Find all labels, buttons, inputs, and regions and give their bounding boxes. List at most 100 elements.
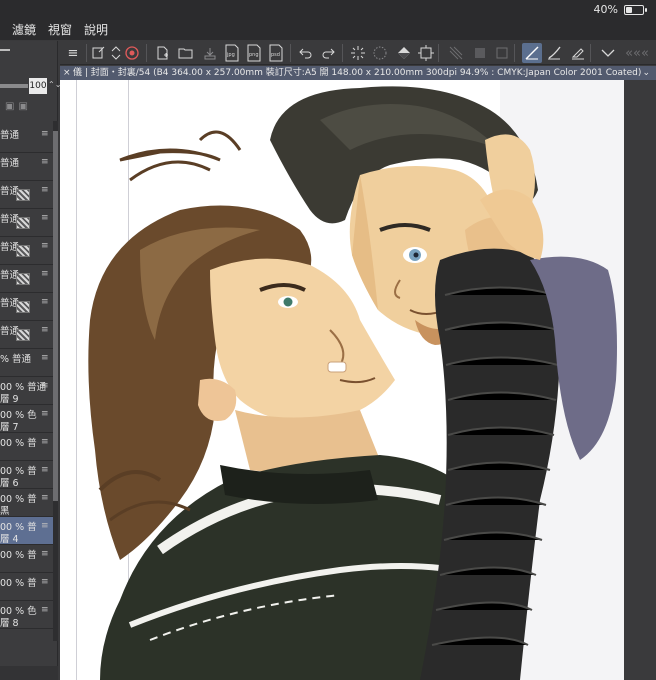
toolbar-divider bbox=[438, 44, 439, 62]
square-icon[interactable] bbox=[470, 43, 490, 63]
layer-row[interactable]: 普通 ≡ bbox=[0, 293, 53, 321]
toolbar-divider bbox=[514, 44, 515, 62]
battery-icon bbox=[624, 5, 647, 15]
layer-menu-icon[interactable]: ≡ bbox=[41, 494, 49, 503]
layer-blend-label: 00 % 普 bbox=[0, 578, 37, 589]
layer-row[interactable]: 普通 ≡ bbox=[0, 125, 53, 153]
document-title: 儀 | 封面・封裏/54 (B4 364.00 x 257.00mm 裝訂尺寸:… bbox=[73, 68, 642, 78]
layer-menu-icon[interactable]: ≡ bbox=[41, 410, 49, 419]
layer-row[interactable]: 00 % 普黑 ≡ bbox=[0, 489, 53, 517]
layer-row[interactable]: 00 % 普層 4 ≡ bbox=[0, 517, 53, 545]
layer-thumbnail[interactable] bbox=[16, 273, 30, 285]
export-jpg-icon[interactable]: jpg bbox=[222, 43, 242, 63]
layer-row[interactable]: 普通 ≡ bbox=[0, 181, 53, 209]
layer-menu-icon[interactable]: ≡ bbox=[41, 214, 49, 223]
brush-icon[interactable] bbox=[544, 43, 564, 63]
layer-panel-footer bbox=[0, 666, 58, 680]
opacity-control[interactable]: 100 ⌃⌄ bbox=[0, 78, 61, 94]
layer-row[interactable]: 00 % 普 ≡ bbox=[0, 573, 53, 601]
layer-scrollbar[interactable] bbox=[53, 121, 58, 641]
canvas-margin bbox=[624, 80, 656, 680]
layer-menu-icon[interactable]: ≡ bbox=[41, 466, 49, 475]
fill-icon[interactable] bbox=[394, 43, 414, 63]
box-icon[interactable] bbox=[492, 43, 512, 63]
new-canvas-icon[interactable] bbox=[152, 43, 172, 63]
menu-help[interactable]: 說明 bbox=[84, 20, 108, 40]
layer-blend-label: 00 % 普 bbox=[0, 438, 37, 449]
layer-name-label: 層 9 bbox=[0, 394, 19, 405]
layer-menu-icon[interactable]: ≡ bbox=[41, 298, 49, 307]
collapse-panels-icon[interactable]: ««« bbox=[622, 43, 652, 63]
layer-menu-icon[interactable]: ≡ bbox=[41, 158, 49, 167]
command-toolbar: ≡ jpg png psd ««« bbox=[60, 41, 656, 65]
dotted-circle-icon[interactable] bbox=[370, 43, 390, 63]
layer-menu-icon[interactable]: ≡ bbox=[41, 606, 49, 615]
opacity-slider[interactable] bbox=[0, 84, 28, 88]
layer-name-label: 層 6 bbox=[0, 478, 19, 489]
redo-icon[interactable] bbox=[318, 43, 338, 63]
layer-row[interactable]: 00 % 色層 8 ≡ bbox=[0, 601, 53, 629]
layer-menu-icon[interactable]: ≡ bbox=[41, 354, 49, 363]
layer-tool-icons[interactable]: ▣▣ bbox=[5, 101, 32, 112]
new-file-icon[interactable] bbox=[88, 43, 108, 63]
toolbar-divider bbox=[290, 44, 291, 62]
layer-menu-icon[interactable]: ≡ bbox=[41, 550, 49, 559]
layer-name-label: 層 4 bbox=[0, 534, 19, 545]
layer-thumbnail[interactable] bbox=[16, 301, 30, 313]
layer-thumbnail[interactable] bbox=[16, 245, 30, 257]
chevron-down-icon[interactable] bbox=[598, 43, 618, 63]
layer-menu-icon[interactable]: ≡ bbox=[41, 438, 49, 447]
eraser-icon[interactable] bbox=[568, 43, 588, 63]
document-tab[interactable]: × 儀 | 封面・封裏/54 (B4 364.00 x 257.00mm 裝訂尺… bbox=[60, 66, 656, 80]
layer-row[interactable]: 普通 ≡ bbox=[0, 265, 53, 293]
undo-icon[interactable] bbox=[296, 43, 316, 63]
layer-menu-icon[interactable]: ≡ bbox=[41, 578, 49, 587]
opacity-value[interactable]: 100 bbox=[29, 78, 47, 94]
layer-row[interactable]: % 普通 ≡ bbox=[0, 349, 53, 377]
layer-menu-icon[interactable]: ≡ bbox=[41, 270, 49, 279]
layer-thumbnail[interactable] bbox=[16, 217, 30, 229]
sparkle-icon[interactable] bbox=[348, 43, 368, 63]
layer-name-label: 層 7 bbox=[0, 422, 19, 433]
export-png-icon[interactable]: png bbox=[244, 43, 264, 63]
open-folder-icon[interactable] bbox=[176, 43, 196, 63]
menu-window[interactable]: 視窗 bbox=[48, 20, 72, 40]
chevron-down-icon[interactable]: ⌄ bbox=[642, 66, 650, 80]
layer-blend-label: 00 % 普 bbox=[0, 550, 37, 561]
layer-menu-icon[interactable]: ≡ bbox=[41, 186, 49, 195]
layer-row[interactable]: 00 % 普 ≡ bbox=[0, 545, 53, 573]
artwork-canvas[interactable] bbox=[60, 80, 624, 680]
save-icon[interactable] bbox=[200, 43, 220, 63]
layer-thumbnail[interactable] bbox=[16, 189, 30, 201]
canvas-area[interactable] bbox=[60, 80, 656, 680]
transform-icon[interactable] bbox=[416, 43, 436, 63]
menu-bar: 濾鏡 視窗 說明 bbox=[0, 20, 656, 40]
layer-row[interactable]: 普通 ≡ bbox=[0, 209, 53, 237]
png-label: png bbox=[249, 52, 259, 58]
record-icon[interactable] bbox=[122, 43, 142, 63]
layer-row[interactable]: 普通 ≡ bbox=[0, 237, 53, 265]
layer-row[interactable]: 普通 ≡ bbox=[0, 321, 53, 349]
pen-icon[interactable] bbox=[522, 43, 542, 63]
layer-scroll-thumb[interactable] bbox=[53, 131, 58, 501]
layer-row[interactable]: 00 % 普 ≡ bbox=[0, 433, 53, 461]
layer-row[interactable]: 普通 ≡ bbox=[0, 153, 53, 181]
grid-icon[interactable] bbox=[446, 43, 466, 63]
layer-menu-icon[interactable]: ≡ bbox=[41, 130, 49, 139]
layer-row[interactable]: 00 % 普通層 9 ≡ bbox=[0, 377, 53, 405]
layer-menu-icon[interactable]: ≡ bbox=[41, 326, 49, 335]
psd-label: psd bbox=[271, 52, 280, 58]
layer-menu-icon[interactable]: ≡ bbox=[41, 242, 49, 251]
layer-row[interactable]: 00 % 色層 7 ≡ bbox=[0, 405, 53, 433]
menu-filter[interactable]: 濾鏡 bbox=[12, 20, 36, 40]
layer-blend-label: % 普通 bbox=[0, 354, 32, 365]
layer-thumbnail[interactable] bbox=[16, 329, 30, 341]
layer-row[interactable]: 00 % 普層 6 ≡ bbox=[0, 461, 53, 489]
layer-menu-icon[interactable]: ≡ bbox=[41, 382, 49, 391]
menu-icon[interactable]: ≡ bbox=[63, 43, 83, 63]
battery-nub bbox=[645, 8, 647, 12]
layer-menu-icon[interactable]: ≡ bbox=[41, 522, 49, 531]
jpg-label: jpg bbox=[226, 52, 235, 58]
close-tab-icon[interactable]: × bbox=[63, 66, 71, 80]
export-psd-icon[interactable]: psd bbox=[266, 43, 286, 63]
